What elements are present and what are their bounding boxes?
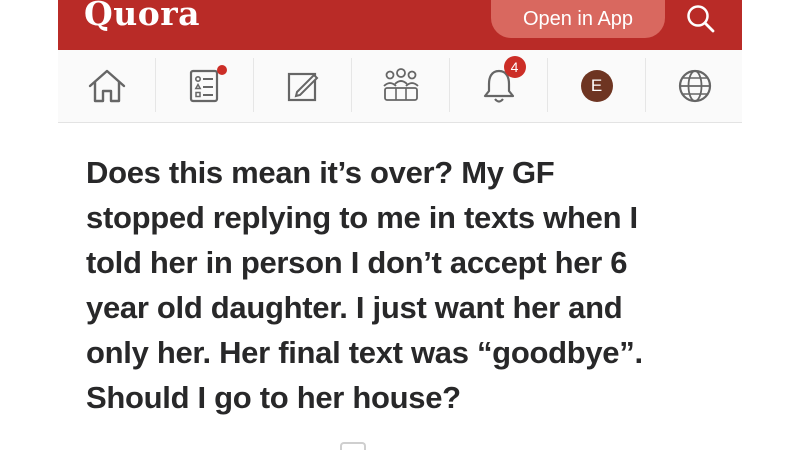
quora-page: Quora Open in App 4 E Does this mean it’…: [0, 0, 800, 450]
question-line: stopped replying to me in texts when I: [86, 200, 638, 235]
top-bar: Quora Open in App: [58, 0, 742, 50]
bell-icon: 4: [480, 56, 526, 106]
nav-item-spaces[interactable]: [352, 50, 449, 122]
notification-badge: 4: [503, 56, 526, 78]
question-line: Does this mean it’s over? My GF: [86, 155, 555, 190]
question-line: only her. Her final text was “goodbye”.: [86, 335, 643, 370]
search-icon[interactable]: [684, 2, 718, 36]
spaces-icon: [379, 66, 423, 106]
edit-icon: [284, 67, 322, 105]
avatar: E: [580, 70, 613, 102]
partial-icon: [340, 442, 366, 450]
nav-item-language[interactable]: [646, 50, 743, 122]
nav-item-answer[interactable]: [156, 50, 253, 122]
question-title[interactable]: Does this mean it’s over? My GF stopped …: [86, 150, 736, 420]
nav-bar: 4 E: [58, 50, 742, 123]
question-line: year old daughter. I just want her and: [86, 290, 623, 325]
question-line: Should I go to her house?: [86, 380, 461, 415]
question-line: told her in person I don’t accept her 6: [86, 245, 628, 280]
globe-icon: [676, 67, 714, 105]
home-icon: [86, 66, 128, 106]
notification-dot: [216, 65, 227, 75]
open-in-app-button[interactable]: Open in App: [491, 0, 665, 38]
answer-list-icon: [187, 65, 227, 105]
nav-item-notifications[interactable]: 4: [450, 50, 547, 122]
nav-item-write[interactable]: [254, 50, 351, 122]
nav-item-home[interactable]: [58, 50, 155, 122]
nav-item-profile[interactable]: E: [548, 50, 645, 122]
quora-logo[interactable]: Quora: [84, 0, 200, 33]
